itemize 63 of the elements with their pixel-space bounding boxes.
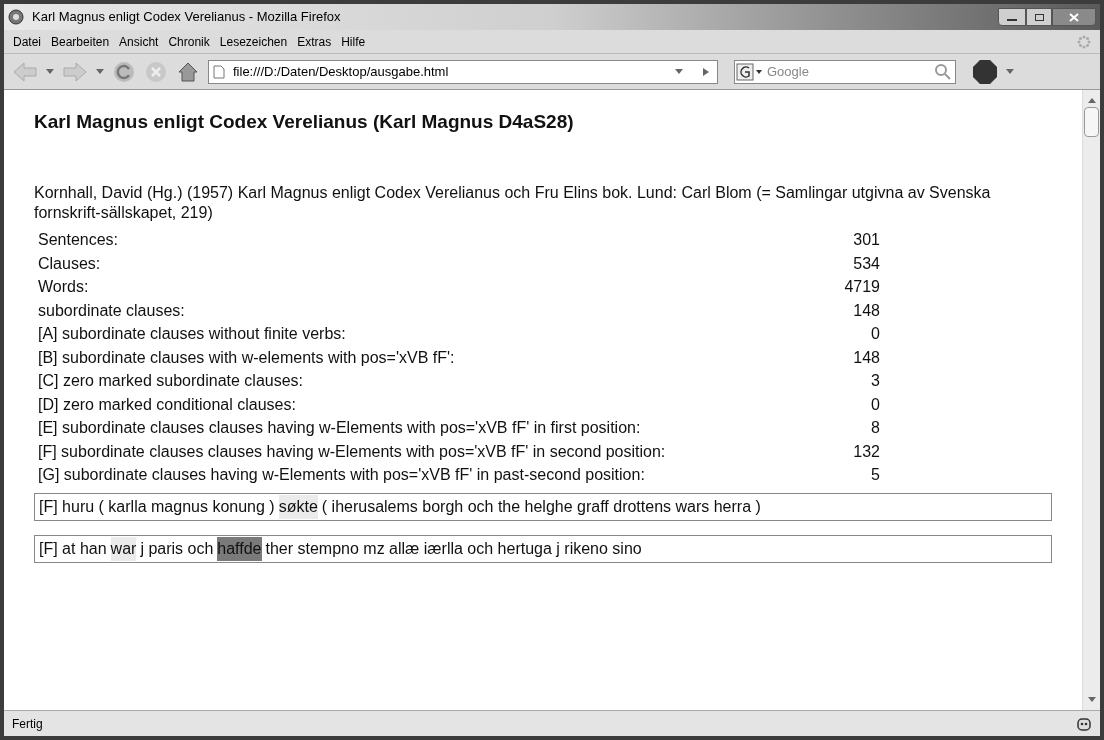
stat-value: 534 xyxy=(853,253,880,274)
menu-item[interactable]: Extras xyxy=(292,32,337,51)
sentence-text: ( iherusalems borgh och the helghe graff drottens wars herra ) xyxy=(321,497,761,517)
highlighted-word: war xyxy=(110,537,137,561)
stat-label: subordinate clauses: xyxy=(38,300,185,321)
minimize-button[interactable] xyxy=(998,8,1026,26)
address-field[interactable]: file:///D:/Daten/Desktop/ausgabe.html xyxy=(208,59,718,84)
maximize-button[interactable] xyxy=(1026,8,1052,26)
reload-icon[interactable] xyxy=(112,59,136,84)
stat-value: 0 xyxy=(871,394,880,415)
stat-label: [C] zero marked subordinate clauses: xyxy=(38,371,303,392)
go-arrow-icon[interactable] xyxy=(703,67,709,76)
status-text: Fertig xyxy=(12,715,43,733)
scrollbar[interactable] xyxy=(1082,90,1100,710)
menu-item[interactable]: Lesezeichen xyxy=(214,32,293,51)
stat-value: 148 xyxy=(853,300,880,321)
stat-label: [A] subordinate clauses without finite verbs: xyxy=(38,324,346,345)
sentence-text: [F] huru ( karlla magnus konung ) xyxy=(39,497,275,517)
browser-logo-icon xyxy=(8,9,24,25)
stat-label: [G] subordinate clauses having w-Elements with pos='xVB fF' in past-second position: xyxy=(38,465,645,486)
stat-value: 8 xyxy=(871,418,880,439)
page-icon xyxy=(213,64,225,79)
throbber-icon xyxy=(1076,33,1092,50)
stat-label: Clauses: xyxy=(38,253,101,274)
stat-label: [B] subordinate clauses with w-elements with pos='xVB fF': xyxy=(38,347,455,368)
stat-label: Words: xyxy=(38,277,89,298)
dropdown-caret-icon[interactable] xyxy=(46,69,54,74)
dropdown-caret-icon[interactable] xyxy=(96,69,104,74)
stat-value: 301 xyxy=(853,230,880,251)
menu-item[interactable]: Bearbeiten xyxy=(46,32,115,51)
sentence-text: j paris och xyxy=(140,539,214,559)
stat-value: 0 xyxy=(871,324,880,345)
dropdown-caret-icon[interactable] xyxy=(675,69,683,74)
search-input[interactable]: Google xyxy=(763,61,931,82)
scroll-down-arrow-icon[interactable] xyxy=(1087,697,1096,702)
sentence-text: [F] at han xyxy=(39,539,107,559)
highlighted-word: haffde xyxy=(217,537,262,561)
search-engine-icon[interactable] xyxy=(735,60,763,83)
robot-face-icon xyxy=(1076,715,1092,732)
window-title: Karl Magnus enligt Codex Verelianus - Mozilla Firefox xyxy=(32,8,341,27)
stat-value: 5 xyxy=(871,465,880,486)
scrollbar-thumb[interactable] xyxy=(1084,107,1099,137)
stat-value: 3 xyxy=(871,371,880,392)
close-button[interactable] xyxy=(1052,8,1096,26)
menu-item[interactable]: Chronik xyxy=(163,32,215,51)
stat-label: Sentences: xyxy=(38,230,119,251)
close-icon xyxy=(1069,12,1079,22)
stat-value: 4719 xyxy=(844,277,880,298)
page-heading: Karl Magnus enligt Codex Verelianus (Karl Magnus D4aS28) xyxy=(34,110,575,134)
menu-item[interactable]: Datei xyxy=(8,32,46,51)
menu-item[interactable]: Hilfe xyxy=(336,32,371,51)
citation-text: Kornhall, David (Hg.) (1957) Karl Magnus enligt Codex Verelianus och Fru Elins bok. Lund: Carl Blom (= Samlingar utgivna av Svenska fornskrift-sällskapet, 219) xyxy=(34,182,992,223)
stat-label: [F] subordinate clauses clauses having w-Elements with pos='xVB fF' in second position: xyxy=(38,441,666,462)
stat-value: 148 xyxy=(853,347,880,368)
sentence-text: ther stempno mz allæ iærlla och hertuga j rikeno sino xyxy=(265,539,642,559)
menu-item[interactable]: Ansicht xyxy=(114,32,164,51)
dropdown-caret-icon[interactable] xyxy=(1006,69,1014,74)
search-field[interactable]: Google xyxy=(734,59,956,84)
stat-label: [E] subordinate clauses clauses having w-Elements with pos='xVB fF' in first position: xyxy=(38,418,641,439)
stat-value: 132 xyxy=(853,441,880,462)
scroll-up-arrow-icon[interactable] xyxy=(1087,98,1096,103)
highlighted-word: søkte xyxy=(278,495,318,519)
stat-label: [D] zero marked conditional clauses: xyxy=(38,394,296,415)
